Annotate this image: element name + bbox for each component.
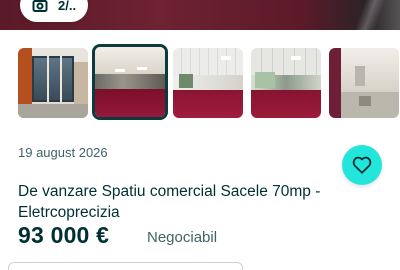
thumbnail-strip [0,44,400,120]
listing-title: De vanzare Spatiu comercial Sacele 70mp … [18,183,321,221]
favorite-button[interactable] [342,145,382,185]
photo-count-label: 2/.. [58,0,77,13]
listing-price: 93 000 € [18,222,110,248]
camera-icon [32,0,48,13]
next-section-card [8,262,243,270]
thumbnail-interior-4[interactable] [329,48,399,118]
thumbnail-interior-1[interactable] [92,44,168,120]
thumbnail-interior-2[interactable] [173,48,243,118]
heart-icon [352,156,372,174]
thumbnail-exterior[interactable] [18,48,88,118]
negotiable-label: Negociabil [147,229,218,246]
listing-date: 19 august 2026 [18,145,108,160]
thumbnail-interior-3[interactable] [251,48,321,118]
photo-count-badge[interactable]: 2/.. [20,0,88,22]
main-photo-sheen [350,0,390,30]
